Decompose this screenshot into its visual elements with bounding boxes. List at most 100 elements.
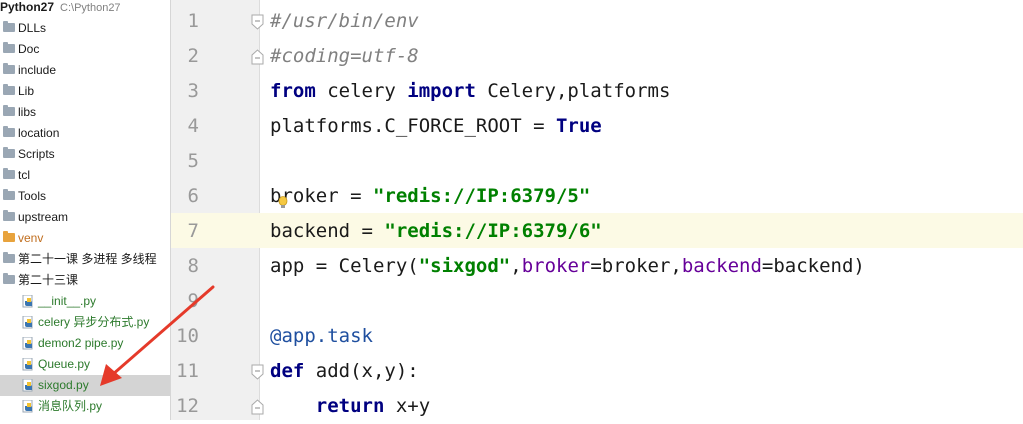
code-line-current: backend = "redis://IP:6379/6": [270, 214, 602, 249]
folder-icon: [3, 210, 15, 221]
folder-icon: [3, 42, 15, 53]
fold-marker-icon[interactable]: [250, 399, 265, 415]
code-token: x+y: [384, 395, 431, 417]
tree-item-label: Tools: [18, 189, 47, 203]
line-number: 2: [187, 45, 199, 67]
tree-item-root[interactable]: Python27 C:\Python27: [0, 0, 170, 18]
line-number: 3: [187, 80, 199, 102]
tree-item-label: demon2 pipe.py: [38, 336, 124, 350]
tree-item-venv[interactable]: venv: [0, 228, 170, 249]
keyword-token: return: [315, 395, 385, 417]
tree-item-folder[interactable]: 第二十一课 多进程 多线程: [0, 249, 170, 270]
tree-item-label: tcl: [18, 168, 30, 182]
folder-icon: [3, 168, 15, 179]
string-token: "redis://IP:6379/5": [372, 185, 591, 207]
keyword-token: from: [270, 80, 316, 102]
tree-item-folder[interactable]: libs: [0, 102, 170, 123]
code-line: #/usr/bin/env: [270, 4, 419, 39]
folder-icon: [3, 126, 15, 137]
line-number: 9: [187, 290, 199, 312]
tree-item-label: __init__.py: [38, 294, 97, 308]
code-token: backend =: [270, 220, 385, 242]
code-token: celery: [315, 80, 408, 102]
code-line: #coding=utf-8: [270, 39, 419, 74]
line-number: 7: [187, 220, 199, 242]
line-number: 6: [187, 185, 199, 207]
folder-icon: [3, 84, 15, 95]
folder-icon: [3, 189, 15, 200]
project-tree: Python27 C:\Python27 DLLs Doc include Lib…: [0, 0, 171, 420]
root-path: C:\Python27: [60, 2, 121, 14]
python-file-icon: [22, 400, 33, 413]
tree-item-file[interactable]: demon2 pipe.py: [0, 333, 170, 354]
folder-icon: [3, 252, 15, 263]
string-token: "redis://IP:6379/6": [384, 220, 602, 242]
code-line: platforms.C_FORCE_ROOT = True: [270, 109, 602, 144]
tree-item-file-selected[interactable]: sixgod.py: [0, 375, 170, 396]
folder-icon: [3, 231, 15, 242]
code-line: app = Celery("sixgod",broker=broker,back…: [270, 249, 865, 284]
fold-marker-icon[interactable]: [250, 49, 265, 65]
decorator-token: @app.task: [270, 325, 373, 347]
tree-item-label: Scripts: [18, 147, 55, 161]
tree-item-file[interactable]: 消息队列.py: [0, 396, 170, 417]
lightbulb-icon[interactable]: [278, 196, 288, 210]
tree-item-folder[interactable]: tcl: [0, 165, 170, 186]
comment-token: #coding=utf-8: [270, 45, 419, 67]
python-file-icon: [22, 316, 33, 329]
folder-icon: [3, 273, 15, 284]
tree-item-label: Queue.py: [38, 357, 91, 371]
kwarg-token: backend: [681, 255, 762, 277]
tree-item-file[interactable]: Queue.py: [0, 354, 170, 375]
code-token: platforms.C_FORCE_ROOT =: [270, 115, 556, 137]
tree-item-label: venv: [18, 231, 44, 245]
tree-item-file[interactable]: __init__.py: [0, 291, 170, 312]
tree-item-label: libs: [18, 105, 37, 119]
root-name: Python27: [0, 0, 55, 14]
code-line: @app.task: [270, 319, 373, 354]
line-number: 11: [176, 360, 199, 382]
folder-icon: [3, 21, 15, 32]
fold-marker-icon[interactable]: [250, 14, 265, 30]
kwarg-token: broker: [521, 255, 591, 277]
code-token: Celery,platforms: [475, 80, 671, 102]
tree-item-folder[interactable]: include: [0, 60, 170, 81]
tree-item-file[interactable]: celery 异步分布式.py: [0, 312, 170, 333]
tree-item-folder[interactable]: Doc: [0, 39, 170, 60]
code-line: def add(x,y):: [270, 354, 419, 389]
fold-marker-icon[interactable]: [250, 364, 265, 380]
tree-item-label: Lib: [18, 84, 35, 98]
tree-item-folder[interactable]: location: [0, 123, 170, 144]
comment-token: #/usr/bin/env: [270, 10, 419, 32]
tree-item-label: 第二十三课: [18, 273, 79, 287]
python-file-icon: [22, 295, 33, 308]
code-line: from celery import Celery,platforms: [270, 74, 670, 109]
tree-item-folder[interactable]: Scripts: [0, 144, 170, 165]
line-number: 1: [187, 10, 199, 32]
python-file-icon: [22, 379, 33, 392]
tree-item-folder[interactable]: upstream: [0, 207, 170, 228]
tree-item-folder[interactable]: DLLs: [0, 18, 170, 39]
tree-item-folder[interactable]: Tools: [0, 186, 170, 207]
tree-item-folder[interactable]: 第二十三课: [0, 270, 170, 291]
code-token: ,: [510, 255, 522, 277]
keyword-token: import: [407, 80, 476, 102]
python-file-icon: [22, 337, 33, 350]
tree-item-label: upstream: [18, 210, 69, 224]
code-token: add(x,y):: [304, 360, 419, 382]
code-token: app = Celery(: [270, 255, 419, 277]
tree-item-label: 第二十一课 多进程 多线程: [18, 252, 157, 266]
line-number: 4: [187, 115, 199, 137]
tree-item-label: Doc: [18, 42, 40, 56]
folder-icon: [3, 105, 15, 116]
line-number: 10: [176, 325, 199, 347]
tree-item-folder[interactable]: Lib: [0, 81, 170, 102]
code-token: =backend): [761, 255, 865, 277]
folder-icon: [3, 147, 15, 158]
folder-icon: [3, 63, 15, 74]
tree-item-label: sixgod.py: [38, 378, 89, 392]
string-token: "sixgod": [418, 255, 511, 277]
python-file-icon: [22, 358, 33, 371]
keyword-token: True: [555, 115, 602, 137]
